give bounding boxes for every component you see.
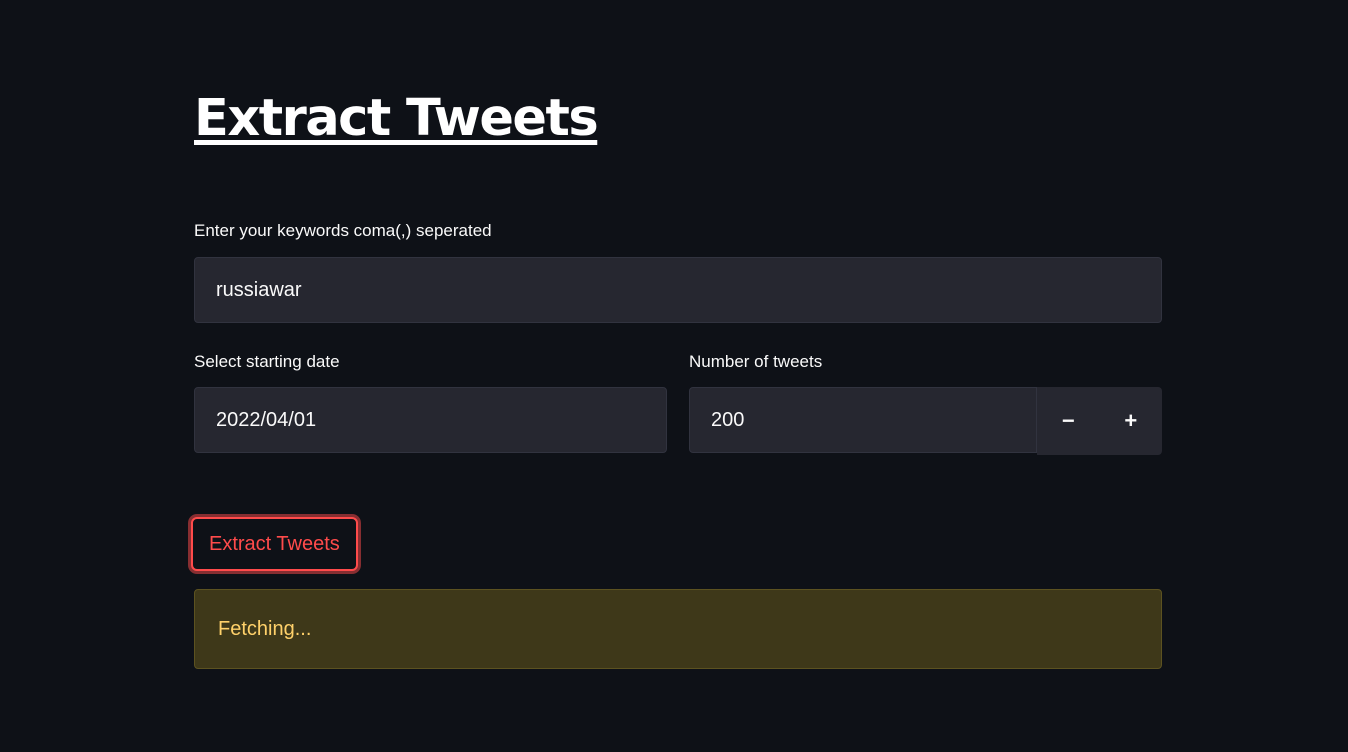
- start-date-input[interactable]: 2022/04/01: [194, 387, 667, 453]
- increment-button[interactable]: +: [1100, 387, 1163, 455]
- app-page: Extract Tweets Enter your keywords coma(…: [0, 0, 1348, 752]
- status-text: Fetching...: [218, 617, 312, 640]
- decrement-button[interactable]: −: [1037, 387, 1100, 455]
- status-alert: Fetching...: [194, 589, 1162, 669]
- keywords-input[interactable]: russiawar: [194, 257, 1162, 323]
- start-date-label: Select starting date: [194, 352, 340, 371]
- tweet-count-label: Number of tweets: [689, 352, 823, 371]
- keywords-label: Enter your keywords coma(,) seperated: [194, 221, 492, 240]
- tweet-count-stepper: − +: [1037, 387, 1162, 455]
- tweet-count-input[interactable]: 200: [689, 387, 1037, 453]
- extract-tweets-button[interactable]: Extract Tweets: [191, 517, 358, 571]
- page-title: Extract Tweets: [194, 89, 599, 148]
